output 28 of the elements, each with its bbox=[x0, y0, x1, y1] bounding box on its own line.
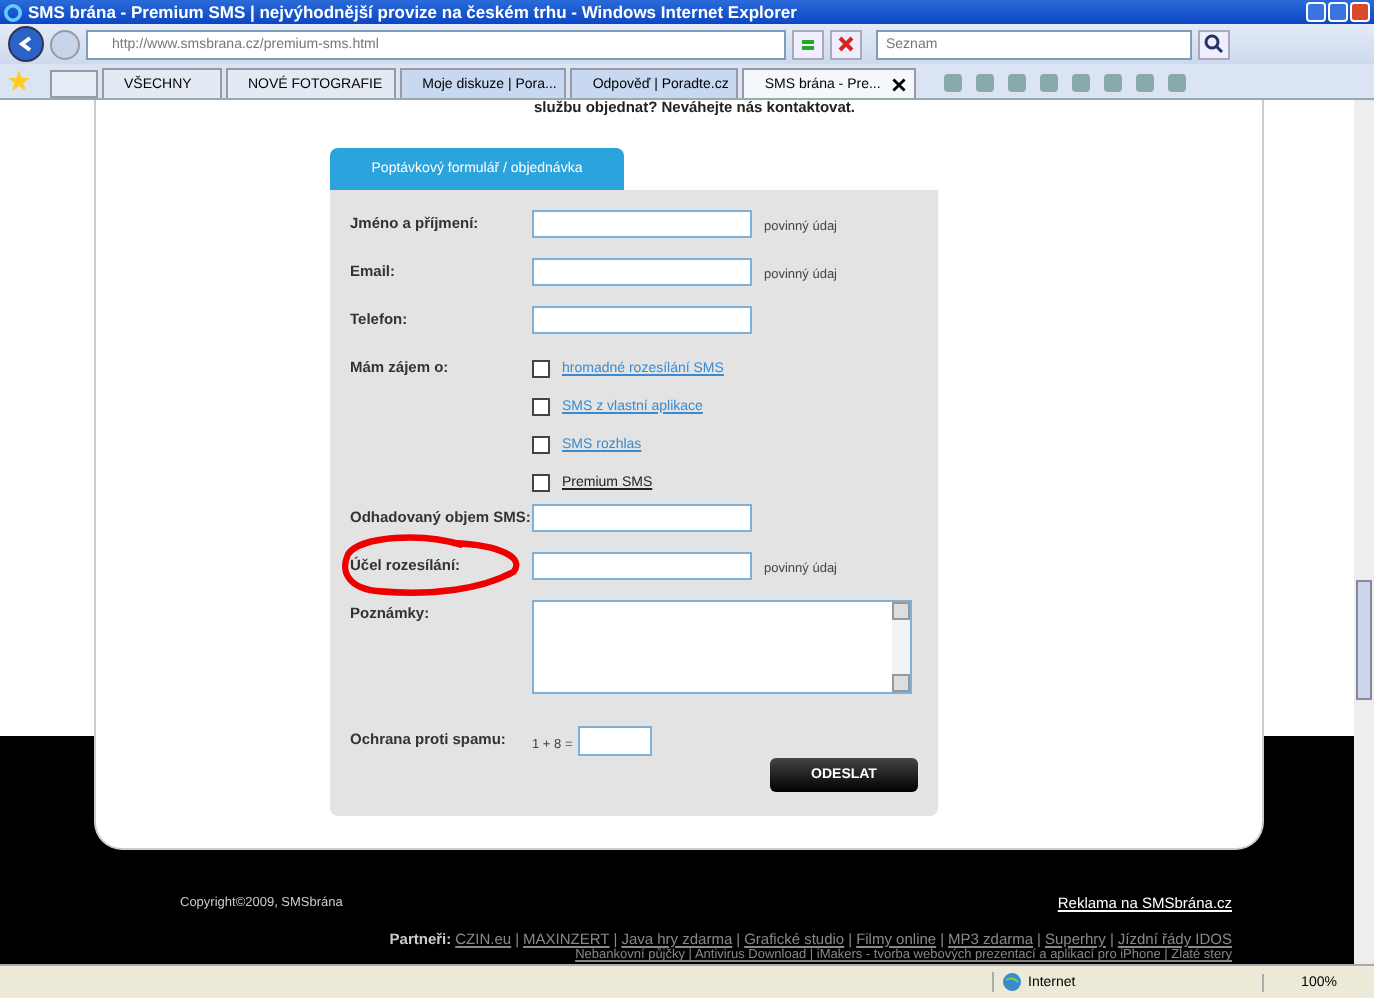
text-area[interactable] bbox=[532, 600, 912, 694]
checkbox[interactable] bbox=[532, 435, 550, 453]
checkbox[interactable] bbox=[532, 359, 550, 377]
star-icon[interactable] bbox=[8, 70, 30, 92]
window-title: SMS brána - Premium SMS | nejvýhodnější provize na českém trhu - Windows Internet Explorer bbox=[28, 2, 799, 22]
forward-button[interactable] bbox=[50, 29, 80, 59]
scrollbar[interactable] bbox=[892, 602, 910, 692]
browser-logo-icon bbox=[4, 3, 22, 21]
search-button[interactable] bbox=[1198, 29, 1230, 59]
close-icon[interactable] bbox=[892, 77, 907, 91]
input-field[interactable] bbox=[532, 552, 752, 580]
stop-button[interactable] bbox=[830, 29, 862, 59]
back-button[interactable] bbox=[8, 26, 44, 62]
input-field[interactable] bbox=[532, 306, 752, 334]
scrollbar[interactable] bbox=[1354, 100, 1374, 964]
stop-icon bbox=[836, 34, 856, 54]
input-field[interactable] bbox=[532, 210, 752, 238]
checkbox[interactable] bbox=[532, 473, 550, 491]
search-icon bbox=[1204, 34, 1224, 54]
checkbox[interactable] bbox=[532, 397, 550, 415]
refresh-button[interactable] bbox=[792, 29, 824, 59]
captcha-field[interactable] bbox=[578, 726, 653, 756]
globe-icon bbox=[1002, 972, 1022, 992]
maximize-button[interactable] bbox=[1328, 2, 1348, 22]
minimize-button[interactable] bbox=[1306, 2, 1326, 22]
input-field[interactable] bbox=[532, 504, 752, 532]
input-field[interactable] bbox=[532, 258, 752, 286]
close-button[interactable] bbox=[1350, 2, 1370, 22]
